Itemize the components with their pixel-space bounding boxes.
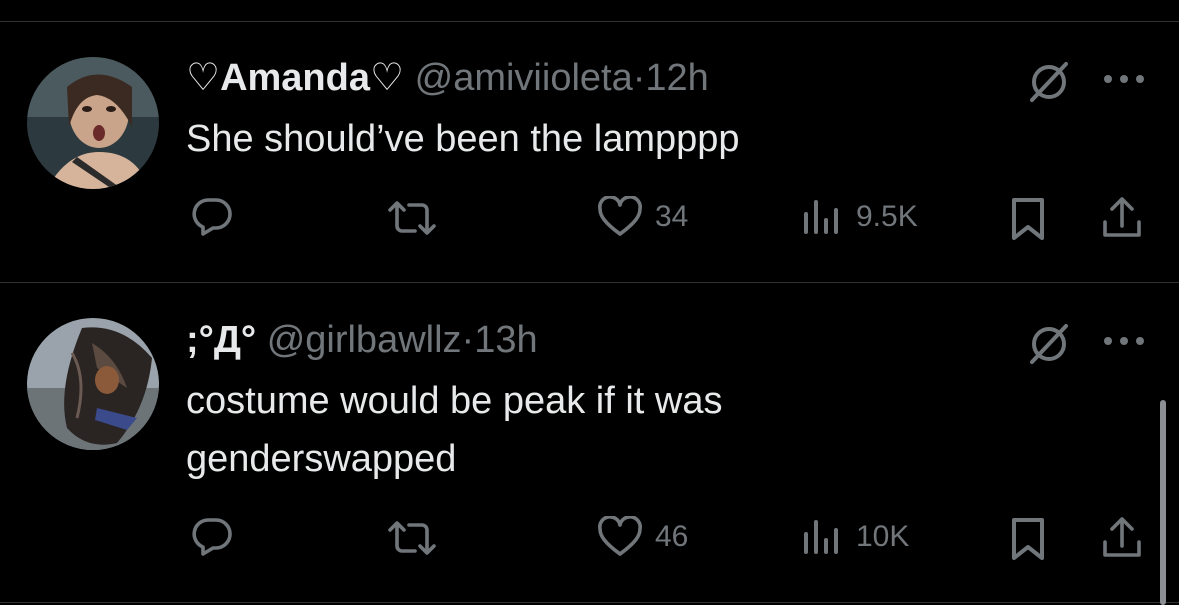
separator-dot: · (632, 57, 646, 99)
repost-icon (388, 201, 436, 235)
tweet-reply-1[interactable]: ♡Amanda♡ @amiviioleta·12h She should’ve … (0, 0, 1179, 282)
view-count: 9.5K (856, 200, 918, 233)
user-handle[interactable]: @girlbawllz (267, 319, 462, 361)
views-icon (804, 520, 838, 554)
repost-icon (388, 521, 436, 555)
display-name[interactable]: ;°Д° (186, 319, 256, 361)
bookmark-icon (1012, 198, 1044, 240)
tweet-text: costume would be peak if it was gendersw… (186, 372, 723, 488)
user-handle[interactable]: @amiviioleta (415, 57, 633, 99)
scrollbar[interactable] (1160, 400, 1166, 605)
repost-button[interactable] (386, 519, 438, 557)
repost-button[interactable] (386, 199, 438, 237)
view-count: 10K (856, 520, 910, 553)
grok-icon[interactable] (1022, 58, 1076, 111)
tweet-header: ;°Д° @girlbawllz·13h (186, 317, 538, 363)
tweet-header: ♡Amanda♡ @amiviioleta·12h (186, 55, 709, 101)
reply-icon (192, 198, 232, 236)
heart-icon (598, 196, 642, 236)
like-button[interactable]: 34 (597, 196, 688, 238)
reply-icon (192, 518, 232, 556)
share-icon (1103, 197, 1141, 237)
reply-button[interactable] (191, 517, 233, 557)
grok-icon[interactable] (1022, 320, 1076, 373)
more-icon[interactable] (1103, 334, 1145, 352)
like-button[interactable]: 46 (597, 516, 688, 558)
tweet-text-line: genderswapped (186, 438, 457, 480)
bottom-divider (0, 602, 1179, 603)
reply-button[interactable] (191, 197, 233, 237)
more-icon[interactable] (1103, 72, 1145, 90)
avatar[interactable] (27, 57, 159, 189)
views-button[interactable]: 9.5K (800, 198, 918, 236)
tweet-text-line: She should’ve been the lampppp (186, 118, 740, 160)
separator-dot: · (461, 319, 475, 361)
views-button[interactable]: 10K (800, 518, 909, 556)
share-button[interactable] (1100, 196, 1144, 245)
timestamp[interactable]: 12h (645, 57, 708, 99)
bookmark-icon (1012, 518, 1044, 560)
share-icon (1103, 517, 1141, 557)
like-count: 46 (655, 520, 689, 553)
timestamp[interactable]: 13h (474, 319, 537, 361)
bookmark-button[interactable] (1008, 516, 1048, 567)
tweet-reply-2[interactable]: ;°Д° @girlbawllz·13h costume would be pe… (0, 283, 1179, 605)
avatar[interactable] (27, 318, 159, 450)
views-icon (804, 200, 838, 234)
heart-icon (598, 516, 642, 556)
like-count: 34 (655, 200, 689, 233)
share-button[interactable] (1100, 516, 1144, 565)
tweet-text-line: costume would be peak if it was (186, 380, 723, 422)
bookmark-button[interactable] (1008, 196, 1048, 247)
tweet-text: She should’ve been the lampppp (186, 110, 740, 168)
display-name[interactable]: ♡Amanda♡ (186, 57, 404, 99)
